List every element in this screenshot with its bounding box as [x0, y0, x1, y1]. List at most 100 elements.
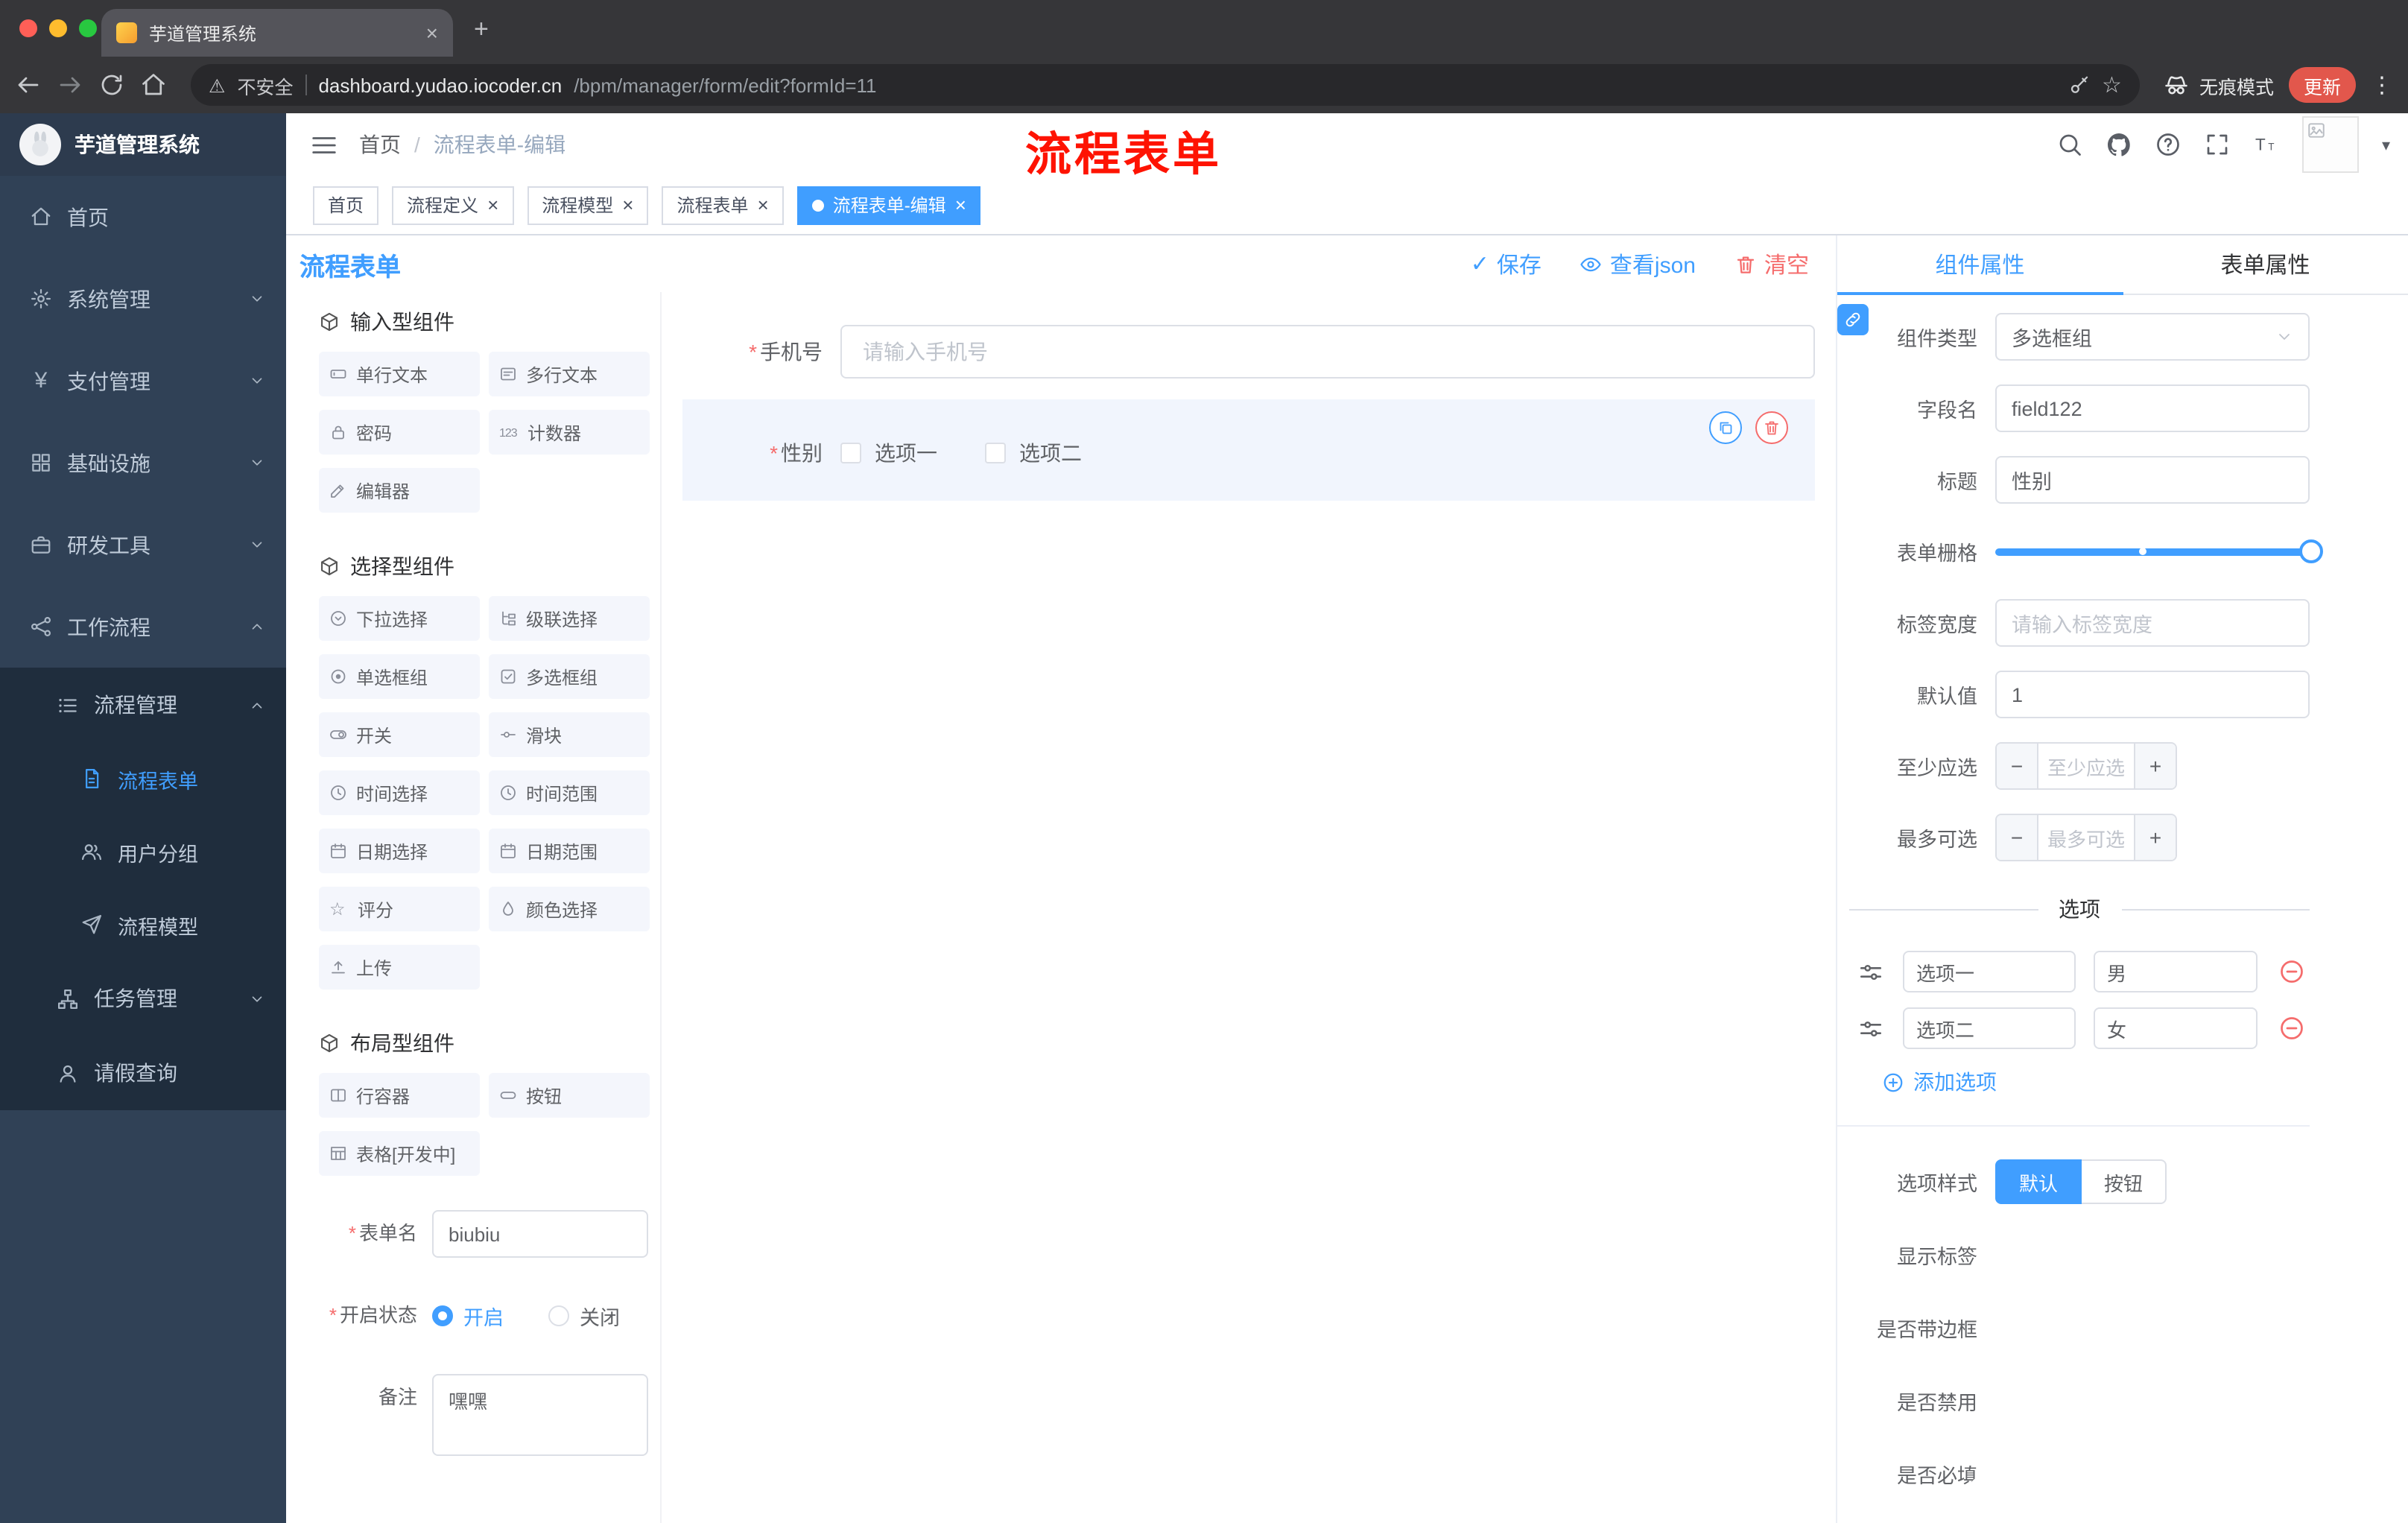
palette-item-date-picker[interactable]: 日期选择: [319, 829, 480, 873]
window-zoom-button[interactable]: [79, 19, 97, 37]
tab-component-props[interactable]: 组件属性: [1837, 235, 2123, 295]
sidebar-item-process-form[interactable]: 流程表单: [0, 742, 286, 815]
tag-close-icon[interactable]: ×: [487, 195, 498, 215]
chrome-update-button[interactable]: 更新: [2288, 67, 2356, 103]
browser-home-icon[interactable]: [140, 72, 167, 98]
grid-slider[interactable]: [1995, 528, 2323, 575]
back-icon[interactable]: [15, 72, 42, 98]
github-icon[interactable]: [2106, 131, 2133, 158]
breadcrumb-home[interactable]: 首页: [359, 130, 401, 159]
sidebar-item-task-mgmt[interactable]: 任务管理: [0, 961, 286, 1036]
tag-process-model[interactable]: 流程模型 ×: [527, 186, 649, 224]
bookmark-star-icon[interactable]: ☆: [2102, 72, 2122, 98]
style-default-button[interactable]: 默认: [1995, 1159, 2082, 1204]
drag-handle-icon[interactable]: [1858, 959, 1883, 984]
new-tab-button[interactable]: +: [474, 15, 489, 45]
sidebar-item-process-model[interactable]: 流程模型: [0, 888, 286, 961]
palette-item-single-text[interactable]: 单行文本: [319, 352, 480, 396]
option2-value-input[interactable]: [2094, 1007, 2258, 1049]
palette-item-button[interactable]: 按钮: [489, 1073, 650, 1118]
palette-item-counter[interactable]: 123 计数器: [489, 410, 650, 455]
palette-item-row-container[interactable]: 行容器: [319, 1073, 480, 1118]
min-stepper-placeholder[interactable]: 至少应选: [2038, 744, 2134, 788]
default-value-input[interactable]: [1995, 671, 2310, 718]
gender-option2-checkbox[interactable]: 选项二: [985, 438, 1082, 468]
slider-handle[interactable]: [2299, 539, 2323, 563]
drag-handle-icon[interactable]: [1858, 1016, 1883, 1041]
tab-form-props[interactable]: 表单属性: [2123, 235, 2408, 294]
palette-item-color-picker[interactable]: 颜色选择: [489, 887, 650, 931]
remove-option-icon[interactable]: [2278, 958, 2305, 985]
delete-field-button[interactable]: [1755, 411, 1788, 444]
view-json-button[interactable]: 查看json: [1580, 248, 1696, 279]
palette-item-cascader[interactable]: 级联选择: [489, 596, 650, 641]
password-key-icon[interactable]: [2068, 74, 2090, 96]
palette-item-time-range[interactable]: 时间范围: [489, 770, 650, 815]
tag-close-icon[interactable]: ×: [955, 195, 966, 215]
checkbox-box[interactable]: [840, 443, 861, 463]
slider-track[interactable]: [1995, 539, 2323, 563]
browser-tab[interactable]: 芋道管理系统 ×: [101, 9, 453, 57]
sidebar-logo[interactable]: 芋道管理系统: [0, 113, 286, 176]
style-button-button[interactable]: 按钮: [2082, 1159, 2167, 1204]
sidebar-item-infra[interactable]: 基础设施: [0, 422, 286, 504]
checkbox-box[interactable]: [985, 443, 1006, 463]
sidebar-item-leave-query[interactable]: 请假查询: [0, 1036, 286, 1110]
canvas-field-gender-selected[interactable]: * 性别 选项一 选项二: [682, 399, 1815, 501]
link-badge[interactable]: [1837, 304, 1869, 335]
palette-item-upload[interactable]: 上传: [319, 945, 480, 990]
tag-home[interactable]: 首页: [313, 186, 379, 224]
plus-button[interactable]: +: [2134, 744, 2176, 788]
remove-option-icon[interactable]: [2278, 1015, 2305, 1042]
tag-process-form[interactable]: 流程表单 ×: [662, 186, 784, 224]
tag-process-definition[interactable]: 流程定义 ×: [392, 186, 514, 224]
sidebar-item-devtools[interactable]: 研发工具: [0, 504, 286, 586]
add-option-button[interactable]: 添加选项: [1882, 1067, 2310, 1097]
palette-item-switch[interactable]: 开关: [319, 712, 480, 757]
option1-label-input[interactable]: [1903, 951, 2076, 992]
phone-input[interactable]: 请输入手机号: [840, 325, 1815, 379]
sidebar-item-process-mgmt[interactable]: 流程管理: [0, 668, 286, 742]
sidebar-item-workflow[interactable]: 工作流程: [0, 586, 286, 668]
status-on-radio[interactable]: 开启: [432, 1301, 504, 1331]
help-icon[interactable]: [2155, 131, 2182, 158]
palette-item-editor[interactable]: 编辑器: [319, 468, 480, 513]
sidebar-item-user-group[interactable]: 用户分组: [0, 815, 286, 888]
window-minimize-button[interactable]: [49, 19, 67, 37]
fullscreen-icon[interactable]: [2205, 131, 2231, 158]
form-remark-textarea[interactable]: 嘿嘿: [432, 1374, 648, 1456]
sidebar-item-system[interactable]: 系统管理: [0, 258, 286, 340]
clear-button[interactable]: 清空: [1734, 248, 1809, 279]
status-off-radio[interactable]: 关闭: [548, 1301, 620, 1331]
gender-option1-checkbox[interactable]: 选项一: [840, 438, 937, 468]
plus-button[interactable]: +: [2134, 815, 2176, 860]
palette-item-slider[interactable]: 滑块: [489, 712, 650, 757]
palette-item-date-range[interactable]: 日期范围: [489, 829, 650, 873]
tag-process-form-edit[interactable]: 流程表单-编辑 ×: [796, 186, 981, 224]
palette-item-rate[interactable]: ☆ 评分: [319, 887, 480, 931]
avatar[interactable]: [2302, 116, 2360, 173]
title-input[interactable]: [1995, 456, 2310, 504]
sidebar-item-payment[interactable]: ¥ 支付管理: [0, 340, 286, 422]
palette-item-time-picker[interactable]: 时间选择: [319, 770, 480, 815]
option1-value-input[interactable]: [2094, 951, 2258, 992]
canvas-field-phone[interactable]: * 手机号 请输入手机号: [682, 313, 1815, 390]
tag-close-icon[interactable]: ×: [622, 195, 633, 215]
tag-close-icon[interactable]: ×: [758, 195, 769, 215]
reload-icon[interactable]: [98, 72, 125, 98]
field-name-input[interactable]: [1995, 384, 2310, 432]
palette-item-multi-text[interactable]: 多行文本: [489, 352, 650, 396]
palette-item-select[interactable]: 下拉选择: [319, 596, 480, 641]
form-canvas[interactable]: * 手机号 请输入手机号 * 性别 选项一 选项二: [662, 292, 1836, 1523]
palette-item-radio-group[interactable]: 单选框组: [319, 654, 480, 699]
save-button[interactable]: ✓ 保存: [1471, 248, 1542, 279]
window-close-button[interactable]: [19, 19, 37, 37]
palette-item-checkbox-group[interactable]: 多选框组: [489, 654, 650, 699]
browser-menu-dots-icon[interactable]: ⋮: [2371, 72, 2393, 98]
form-name-input[interactable]: [432, 1210, 648, 1258]
search-icon[interactable]: [2057, 131, 2084, 158]
minus-button[interactable]: −: [1997, 815, 2038, 860]
font-size-icon[interactable]: [2254, 131, 2281, 158]
tab-close-icon[interactable]: ×: [426, 21, 438, 45]
duplicate-field-button[interactable]: [1709, 411, 1742, 444]
